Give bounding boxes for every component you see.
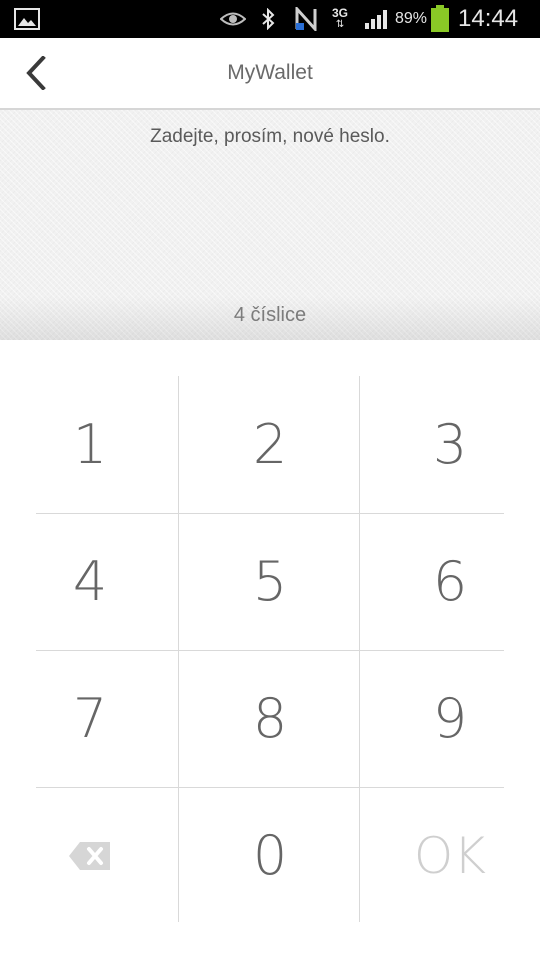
key-6[interactable]: 6 xyxy=(360,513,540,650)
key-8[interactable]: 8 xyxy=(180,650,360,787)
key-0[interactable]: 0 xyxy=(180,787,360,924)
ok-button[interactable]: OK xyxy=(360,787,540,924)
key-3[interactable]: 3 xyxy=(360,376,540,513)
numeric-keypad: 1 2 3 4 5 6 7 8 9 0 OK xyxy=(0,340,540,960)
nfc-icon xyxy=(294,0,318,38)
delete-button[interactable] xyxy=(0,787,180,924)
backspace-icon xyxy=(69,841,110,870)
key-7[interactable]: 7 xyxy=(0,650,180,787)
password-prompt-area: Zadejte, prosím, nové heslo. 4 číslice xyxy=(0,110,540,340)
battery-percent: 89% xyxy=(395,10,428,27)
status-bar: 3G ⇅ 89% 14:44 xyxy=(0,0,540,38)
signal-icon xyxy=(364,0,390,38)
key-1[interactable]: 1 xyxy=(0,376,180,513)
network-3g-icon: 3G ⇅ xyxy=(332,6,349,30)
app-bar: MyWallet xyxy=(0,38,540,110)
clock: 14:44 xyxy=(458,5,519,32)
battery-icon xyxy=(430,0,450,38)
key-4[interactable]: 4 xyxy=(0,513,180,650)
key-9[interactable]: 9 xyxy=(360,650,540,787)
digits-hint: 4 číslice xyxy=(233,304,307,326)
bluetooth-icon xyxy=(260,0,276,38)
page-title: MyWallet xyxy=(227,61,313,84)
eye-icon xyxy=(220,0,246,38)
gallery-icon xyxy=(14,0,40,38)
key-5[interactable]: 5 xyxy=(180,513,360,650)
prompt-message: Zadejte, prosím, nové heslo. xyxy=(150,126,390,147)
key-2[interactable]: 2 xyxy=(180,376,360,513)
